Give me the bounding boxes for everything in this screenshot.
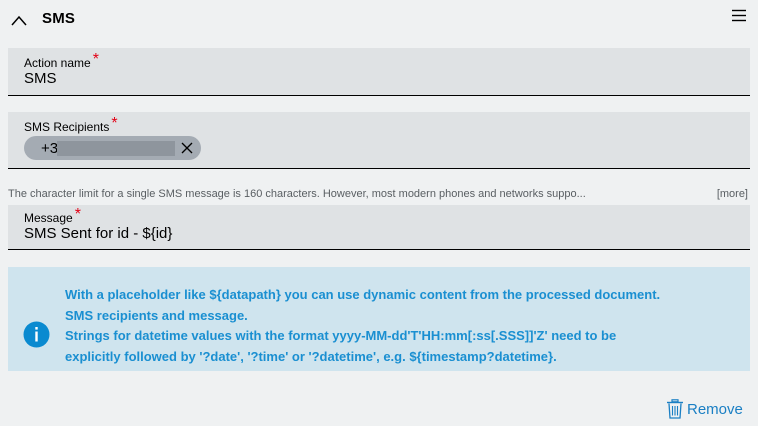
collapse-button[interactable] [9,10,29,30]
action-name-input[interactable]: SMS [24,70,57,87]
sms-recipients-label: SMS Recipients * [24,115,118,134]
chip-remove-button[interactable] [179,140,195,156]
message-input[interactable]: SMS Sent for id - ${id} [24,225,172,242]
more-link[interactable]: [more] [717,188,748,200]
info-line: Strings for datetime values with the for… [65,328,617,343]
section-menu-button[interactable] [729,6,749,26]
recipient-chip[interactable]: +3 [24,136,201,160]
info-line: SMS recipients and message. [65,307,248,323]
redacted-phone-number [57,141,175,156]
action-name-field[interactable]: Action name * SMS [8,48,750,96]
remove-label: Remove [687,401,743,418]
info-notification: With a placeholder like ${datapath} you … [8,267,750,371]
info-line: explicitly followed by '?date', '?time' … [65,348,557,364]
recipient-chip-label: +3 [41,140,59,157]
section-title: SMS [42,10,76,27]
required-mark: * [111,115,118,132]
required-mark: * [92,51,99,68]
sms-recipients-field[interactable]: SMS Recipients * +3 [8,112,750,169]
required-mark: * [74,206,81,223]
hint-text: The character limit for a single SMS mes… [8,188,586,200]
section-header: SMS [0,0,758,40]
hamburger-menu-icon [732,9,746,22]
message-field[interactable]: Message * SMS Sent for id - ${id} [8,205,750,250]
info-text: With a placeholder like ${datapath} you … [65,285,745,367]
trash-icon [667,399,683,419]
info-line: With a placeholder like ${datapath} you … [65,287,661,302]
chevron-up-icon [11,15,27,26]
info-icon [23,321,50,348]
close-icon [181,142,193,154]
